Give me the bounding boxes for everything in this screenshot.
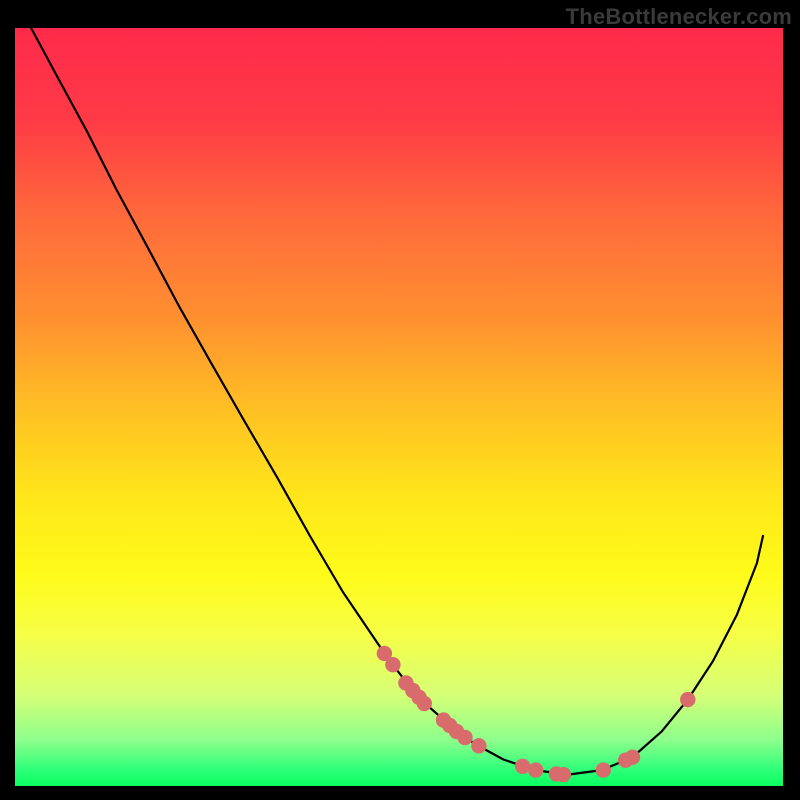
data-point-marker xyxy=(556,767,571,782)
data-point-marker xyxy=(385,657,400,672)
chart-stage: TheBottlenecker.com xyxy=(0,0,800,800)
data-point-marker xyxy=(417,696,432,711)
data-point-marker xyxy=(515,759,530,774)
data-point-marker xyxy=(625,750,640,765)
data-point-marker xyxy=(528,762,543,777)
data-point-marker xyxy=(457,730,472,745)
data-point-marker xyxy=(596,762,611,777)
data-point-marker xyxy=(471,738,486,753)
data-point-marker xyxy=(680,692,695,707)
bottleneck-chart xyxy=(0,0,800,800)
